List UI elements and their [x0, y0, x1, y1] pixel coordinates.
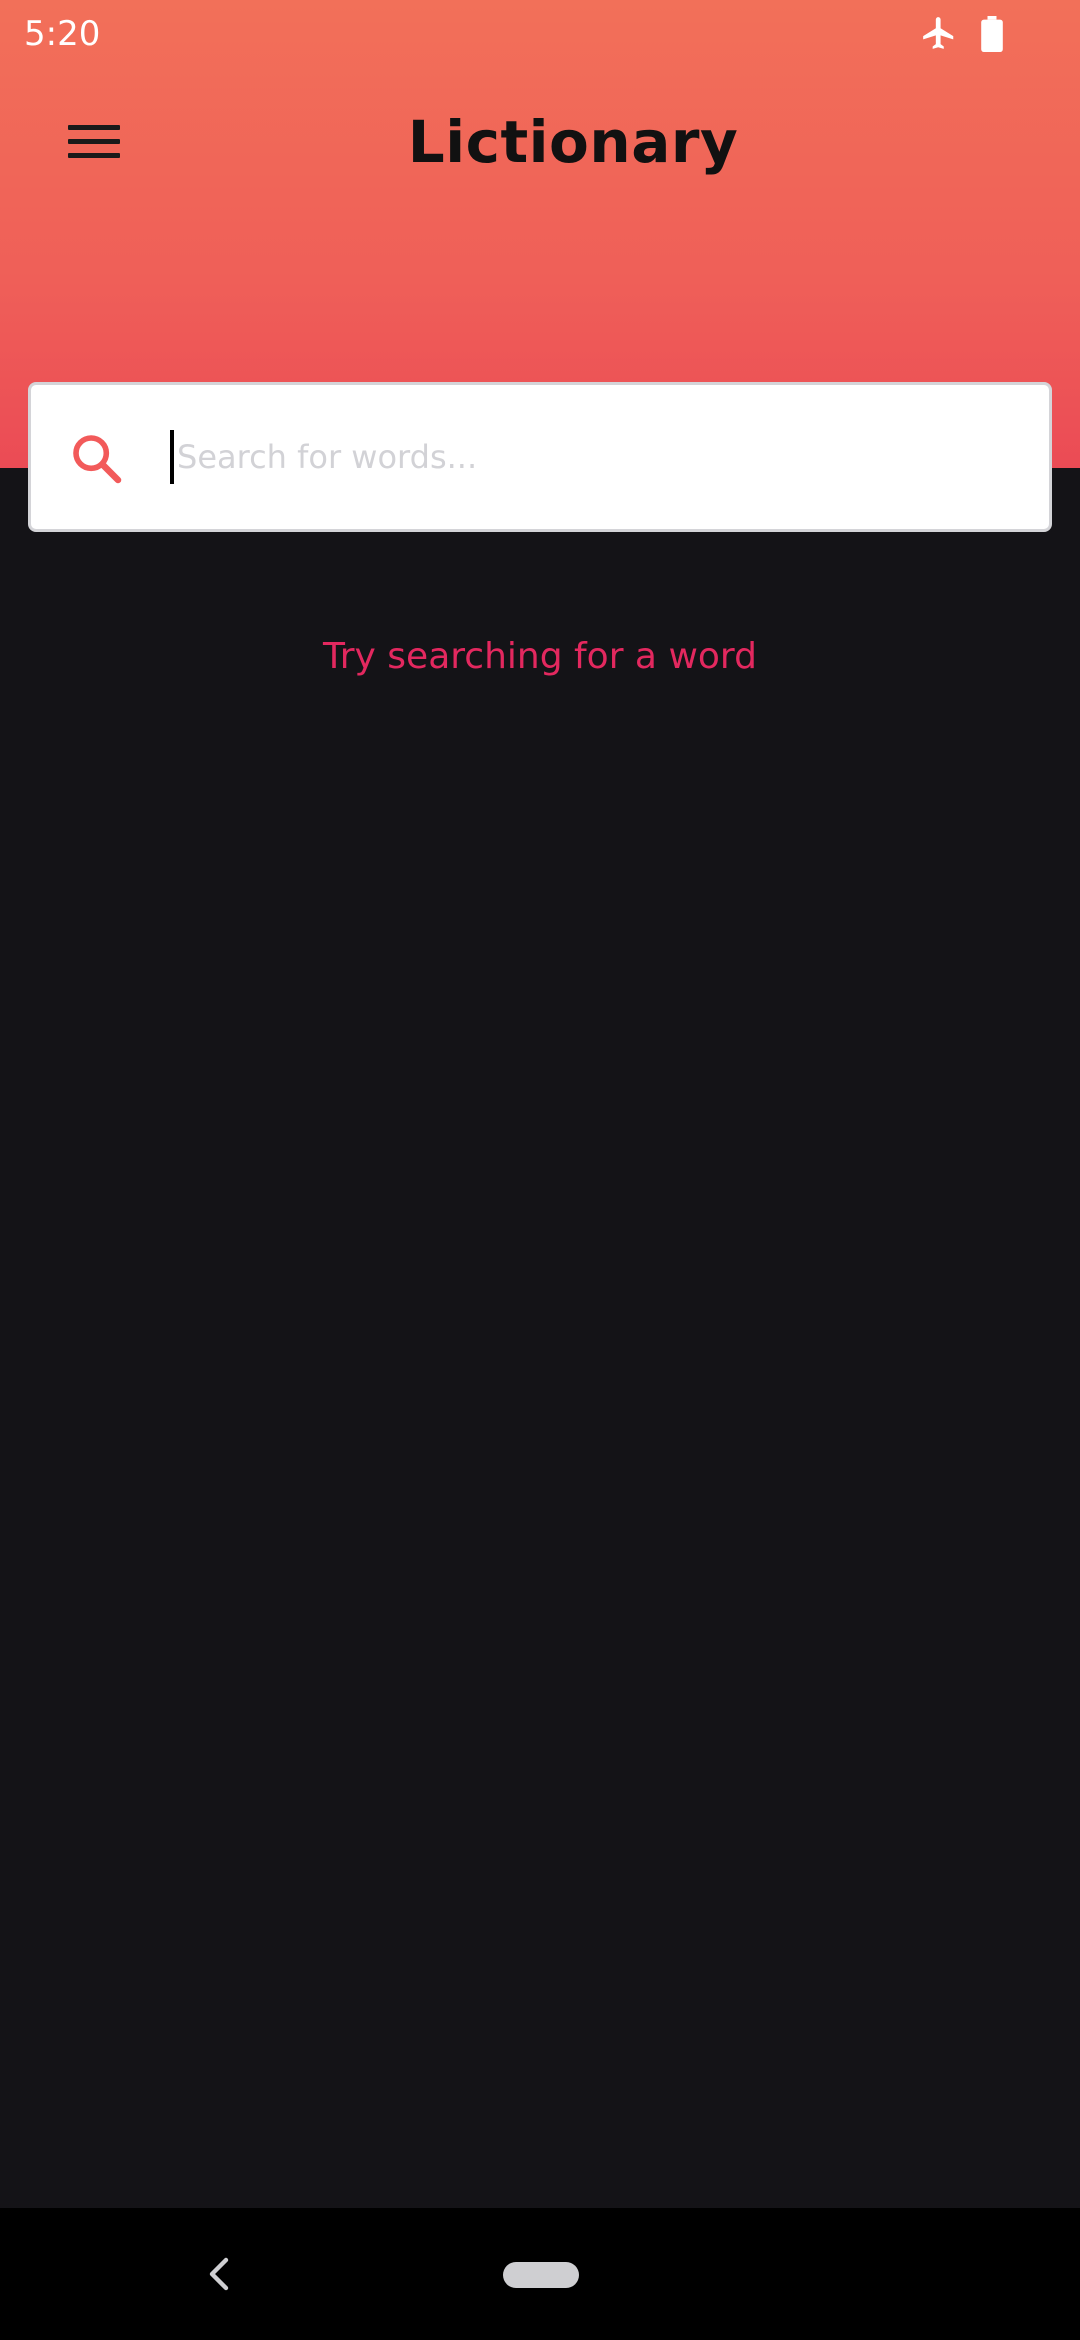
status-time: 5:20 [24, 14, 101, 54]
search-input[interactable] [177, 415, 1017, 499]
home-button[interactable] [503, 2262, 579, 2288]
app-screen: 5:20 Lictionary Try searching for a word [0, 0, 1080, 2340]
search-bar[interactable] [28, 382, 1052, 532]
search-icon [73, 435, 122, 484]
empty-state-message: Try searching for a word [323, 636, 757, 677]
battery-icon [981, 16, 1003, 52]
status-bar: 5:20 [0, 0, 1080, 70]
back-icon[interactable] [200, 2254, 240, 2294]
airplane-icon [923, 17, 954, 49]
text-cursor [170, 430, 174, 484]
app-title: Lictionary [407, 108, 739, 176]
